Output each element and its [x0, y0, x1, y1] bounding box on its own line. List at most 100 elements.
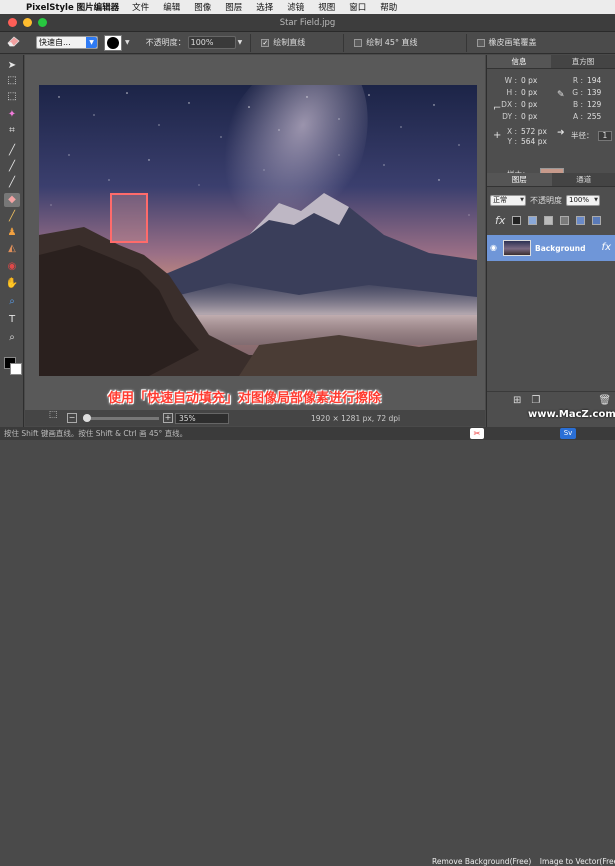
- hand-tool-icon[interactable]: ✋: [4, 277, 20, 291]
- divider: [250, 34, 251, 52]
- chevron-down-icon[interactable]: ▼: [238, 39, 243, 46]
- draw-45-label: 绘制 45° 直线: [366, 37, 417, 48]
- layer-effects-row: fx: [487, 212, 615, 228]
- eraser-tool-icon[interactable]: ◆: [4, 193, 20, 207]
- canvas-image[interactable]: [39, 85, 477, 376]
- transform-tool-icon[interactable]: ⬚: [4, 74, 20, 88]
- tab-info[interactable]: 信息: [487, 55, 551, 68]
- dropper-tool-icon[interactable]: ╱: [4, 210, 20, 224]
- app-menu[interactable]: PixelStyle 图片编辑器: [26, 1, 119, 13]
- duplicate-layer-icon[interactable]: ❐: [531, 395, 540, 406]
- mode-select[interactable]: 快速自... ▼: [36, 36, 98, 49]
- info-r-value: 194: [587, 76, 601, 85]
- tab-layers[interactable]: 图层: [487, 173, 552, 186]
- radius-input[interactable]: 1: [598, 131, 612, 141]
- effect-glow-icon[interactable]: [528, 216, 537, 225]
- status-hint: 按住 Shift 键画直线。按住 Shift & Ctrl 画 45° 直线。: [4, 428, 187, 439]
- new-layer-icon[interactable]: ⊞: [513, 395, 521, 406]
- info-g: G :139: [567, 88, 601, 97]
- zoom-tool-icon[interactable]: ⌕: [4, 295, 20, 309]
- menu-image[interactable]: 图像: [194, 1, 211, 13]
- zoom-window-button[interactable]: [38, 18, 47, 27]
- menu-file[interactable]: 文件: [132, 1, 149, 13]
- layer-opacity-value: 100%: [569, 196, 589, 204]
- remove-background-button[interactable]: Remove Background(Free) Image to Vector(…: [432, 857, 615, 866]
- draw-line-label: 绘制直线: [273, 37, 305, 48]
- zoom-slider-knob[interactable]: [83, 414, 91, 422]
- effect-stroke-icon[interactable]: [544, 216, 553, 225]
- magic-wand-icon[interactable]: ✦: [4, 108, 20, 122]
- chevron-down-icon: ▼: [594, 196, 598, 205]
- crop-tool-icon[interactable]: ⌗: [4, 124, 20, 138]
- info-dx: DX :0 px: [501, 100, 537, 109]
- layer-name: Background: [535, 244, 585, 253]
- effect-fill-icon[interactable]: [576, 216, 585, 225]
- tab-channels[interactable]: 通道: [552, 173, 615, 186]
- brush-tool-icon[interactable]: ╱: [4, 144, 20, 158]
- zoom-in-button[interactable]: +: [163, 413, 173, 423]
- eraser-cover-label: 橡皮画笔覆盖: [489, 37, 537, 48]
- menu-layer[interactable]: 图层: [225, 1, 242, 13]
- image-to-vector-icon[interactable]: Sv: [560, 428, 576, 439]
- window-titlebar: Star Field.jpg: [0, 14, 615, 32]
- info-w: W :0 px: [501, 76, 537, 85]
- background-color-swatch[interactable]: [10, 363, 22, 375]
- chevron-down-icon[interactable]: ▼: [125, 39, 130, 46]
- layer-thumbnail: [503, 240, 531, 256]
- info-tabs: 信息 直方图: [487, 55, 615, 69]
- effect-overlay-icon[interactable]: [592, 216, 601, 225]
- zoom-field[interactable]: 35%: [175, 413, 229, 424]
- brush-preview[interactable]: [104, 35, 122, 51]
- image-to-vector-label[interactable]: Image to Vector(Free): [540, 857, 615, 866]
- right-panel: 信息 直方图 ⌐ W :0 px H :0 px DX :0 px DY :0 …: [486, 55, 615, 427]
- menu-edit[interactable]: 编辑: [163, 1, 180, 13]
- red-eye-tool-icon[interactable]: ◉: [4, 260, 20, 274]
- menu-select[interactable]: 选择: [256, 1, 273, 13]
- divider: [466, 34, 467, 52]
- minimize-window-button[interactable]: [23, 18, 32, 27]
- move-tool-icon[interactable]: ➤: [4, 59, 20, 73]
- bucket-tool-icon[interactable]: ◭: [4, 242, 20, 256]
- opacity-value: 100%: [191, 38, 214, 47]
- trash-icon[interactable]: 🗑: [598, 395, 611, 406]
- menu-view[interactable]: 视图: [318, 1, 335, 13]
- line-tool-icon[interactable]: ╱: [4, 176, 20, 190]
- status-bar: 按住 Shift 键画直线。按住 Shift & Ctrl 画 45° 直线。 …: [0, 427, 615, 440]
- tutorial-caption: 使用「快速自动填充」对图像局部像素进行擦除: [108, 387, 381, 406]
- draw-line-checkbox[interactable]: ✓ 绘制直线: [261, 37, 305, 48]
- draw-45-checkbox[interactable]: 绘制 45° 直线: [354, 37, 417, 48]
- toolbox: ➤ ⬚ ⬚ ✦ ⌗ ╱ ╱ ╱ ◆ ╱ ♟ ◭ ◉ ✋ ⌕ T ⌕: [0, 55, 24, 427]
- layer-row-background[interactable]: ◉ Background fx: [487, 235, 615, 261]
- effect-bevel-icon[interactable]: [560, 216, 569, 225]
- menu-window[interactable]: 窗口: [349, 1, 366, 13]
- layer-opacity-input[interactable]: 100% ▼: [566, 195, 600, 206]
- pencil-tool-icon[interactable]: ╱: [4, 160, 20, 174]
- stamp-tool-icon[interactable]: ♟: [4, 226, 20, 240]
- mode-select-value: 快速自...: [39, 37, 71, 48]
- watermark: www.MacZ.com: [528, 409, 615, 420]
- eraser-tool-icon[interactable]: [4, 35, 24, 51]
- tab-histogram[interactable]: 直方图: [551, 55, 615, 68]
- zoom-out-button[interactable]: −: [67, 413, 77, 423]
- close-window-button[interactable]: [8, 18, 17, 27]
- info-b-value: 129: [587, 100, 601, 109]
- layer-fx-icon[interactable]: fx: [602, 242, 611, 253]
- zoom-slider[interactable]: [83, 417, 159, 420]
- blend-mode-select[interactable]: 正常 ▼: [490, 195, 526, 206]
- remove-background-label: Remove Background(Free): [432, 857, 531, 866]
- divider: [343, 34, 344, 52]
- marquee-tool-icon[interactable]: ⬚: [4, 90, 20, 104]
- info-a: A :255: [567, 112, 601, 121]
- opacity-input[interactable]: 100%: [188, 36, 236, 49]
- effect-shadow-icon[interactable]: [512, 216, 521, 225]
- checkbox-icon: [354, 39, 362, 47]
- text-tool-icon[interactable]: T: [4, 313, 20, 327]
- menu-filter[interactable]: 滤镜: [287, 1, 304, 13]
- fit-screen-icon[interactable]: ⬚: [43, 410, 63, 426]
- fx-icon[interactable]: fx: [495, 214, 505, 227]
- eraser-cover-checkbox[interactable]: 橡皮画笔覆盖: [477, 37, 537, 48]
- remove-background-icon[interactable]: ✂: [470, 428, 484, 439]
- eye-icon[interactable]: ◉: [490, 243, 497, 252]
- magnifier-tool-icon[interactable]: ⌕: [4, 331, 20, 345]
- menu-help[interactable]: 帮助: [380, 1, 397, 13]
